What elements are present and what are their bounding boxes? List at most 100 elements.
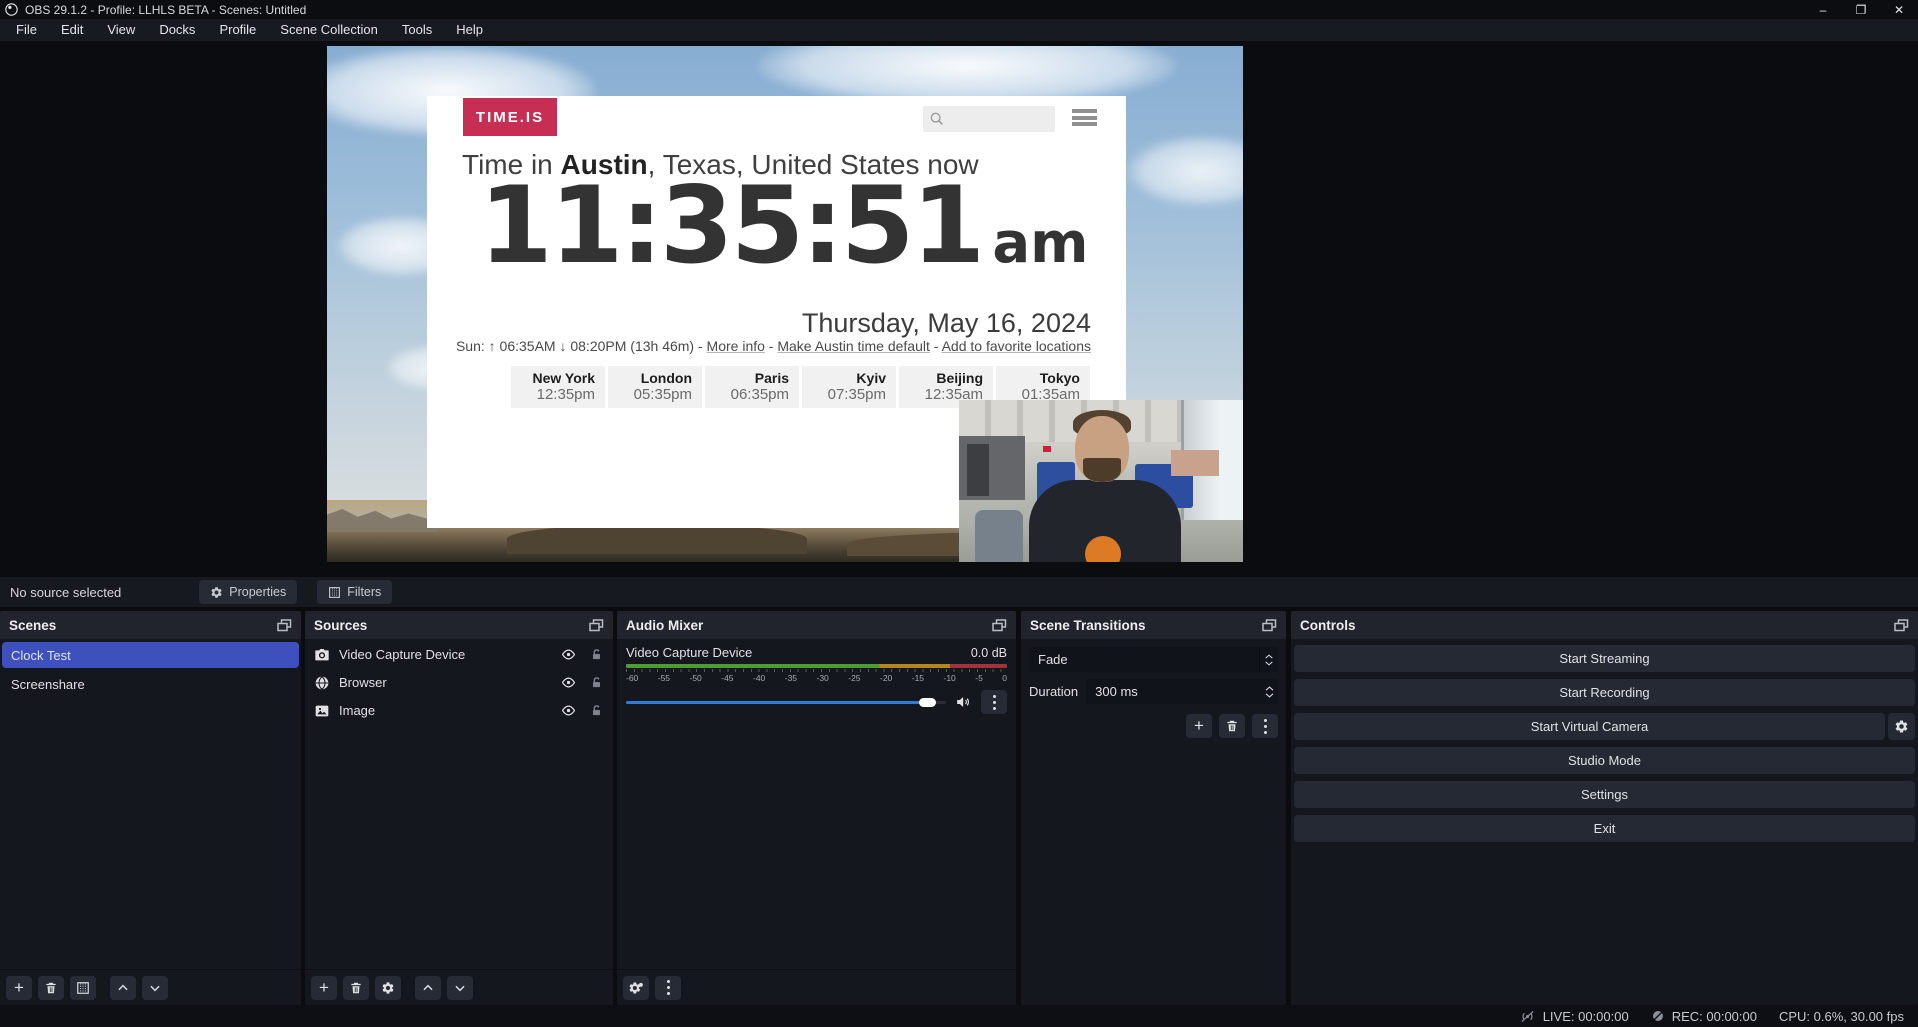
- menu-bar: File Edit View Docks Profile Scene Colle…: [0, 19, 1918, 41]
- menu-edit[interactable]: Edit: [49, 19, 95, 41]
- duration-spinner[interactable]: 300 ms: [1086, 679, 1278, 704]
- add-source-button[interactable]: +: [311, 976, 337, 1000]
- webcam-person-beard: [1083, 458, 1121, 482]
- move-scene-down-button[interactable]: [142, 976, 168, 1000]
- volume-meter-labels: -60-55-50-45-40-35-30-25-20-15-10-50: [626, 673, 1007, 683]
- transition-menu-button[interactable]: [1252, 714, 1278, 738]
- trash-icon: [44, 981, 58, 995]
- close-button[interactable]: ✕: [1880, 0, 1918, 19]
- start-virtual-camera-button[interactable]: Start Virtual Camera: [1294, 713, 1885, 740]
- volume-slider-handle[interactable]: [919, 698, 936, 707]
- add-favorite-link: Add to favorite locations: [942, 338, 1091, 354]
- start-recording-button[interactable]: Start Recording: [1294, 679, 1915, 706]
- minimize-button[interactable]: –: [1804, 0, 1842, 19]
- cpu-fps-stats: CPU: 0.6%, 30.00 fps: [1779, 1009, 1904, 1024]
- volume-meter: [626, 664, 1007, 668]
- scenes-header: Scenes: [0, 611, 301, 639]
- timeis-clock: 11:35:51am: [479, 164, 1088, 287]
- popout-icon[interactable]: [992, 619, 1007, 632]
- popout-icon[interactable]: [277, 619, 292, 632]
- dock-area: Scenes Clock Test Screenshare + Sources: [0, 611, 1918, 1005]
- menu-tools[interactable]: Tools: [390, 19, 444, 41]
- menu-help[interactable]: Help: [444, 19, 495, 41]
- add-transition-button[interactable]: +: [1186, 714, 1212, 738]
- preview-area: TIME.IS Time in Austin, Texas, United St…: [0, 41, 1918, 577]
- popout-icon[interactable]: [589, 619, 604, 632]
- timeis-date: Thursday, May 16, 2024: [802, 308, 1091, 339]
- sources-header: Sources: [305, 611, 613, 639]
- webcam-chair: [975, 510, 1023, 562]
- hamburger-menu-icon: [1072, 109, 1097, 126]
- visibility-eye-icon[interactable]: [560, 647, 577, 662]
- remove-scene-button[interactable]: [38, 976, 64, 1000]
- audio-mixer-header: Audio Mixer: [617, 611, 1016, 639]
- mixer-menu-button[interactable]: [655, 976, 681, 1000]
- speaker-icon[interactable]: [954, 694, 971, 710]
- live-time: LIVE: 00:00:00: [1543, 1009, 1629, 1024]
- start-streaming-button[interactable]: Start Streaming: [1294, 645, 1915, 672]
- move-scene-up-button[interactable]: [110, 976, 136, 1000]
- menu-file[interactable]: File: [4, 19, 49, 41]
- chevron-down-icon: [453, 981, 467, 995]
- menu-scene-collection[interactable]: Scene Collection: [268, 19, 390, 41]
- move-source-up-button[interactable]: [415, 976, 441, 1000]
- source-properties-button[interactable]: [375, 976, 401, 1000]
- camera-icon: [314, 647, 330, 663]
- settings-button[interactable]: Settings: [1294, 781, 1915, 808]
- sources-toolbar: +: [305, 969, 613, 1005]
- menu-docks[interactable]: Docks: [147, 19, 207, 41]
- menu-profile[interactable]: Profile: [207, 19, 268, 41]
- transition-select[interactable]: Fade: [1029, 647, 1278, 672]
- lock-icon[interactable]: [590, 703, 603, 718]
- virtual-camera-settings-button[interactable]: [1888, 713, 1915, 740]
- source-row-browser[interactable]: Browser: [305, 670, 613, 695]
- exit-button[interactable]: Exit: [1294, 815, 1915, 842]
- mixer-db-value: 0.0 dB: [971, 646, 1007, 660]
- rec-time: REC: 00:00:00: [1672, 1009, 1757, 1024]
- city-card: Kyiv07:35pm: [802, 366, 896, 408]
- search-icon: [929, 111, 945, 127]
- visibility-eye-icon[interactable]: [560, 675, 577, 690]
- popout-icon[interactable]: [1262, 619, 1277, 632]
- mesa-silhouette: [327, 504, 437, 532]
- menu-view[interactable]: View: [95, 19, 147, 41]
- move-source-down-button[interactable]: [447, 976, 473, 1000]
- controls-header: Controls: [1291, 611, 1918, 639]
- controls-panel: Controls Start Streaming Start Recording…: [1291, 611, 1918, 1005]
- source-row-video-capture[interactable]: Video Capture Device: [305, 642, 613, 667]
- globe-icon: [314, 675, 330, 691]
- trash-icon: [349, 981, 363, 995]
- restore-button[interactable]: ❐: [1842, 0, 1880, 19]
- obs-logo-icon: [5, 3, 18, 16]
- remove-source-button[interactable]: [343, 976, 369, 1000]
- lock-icon[interactable]: [590, 647, 603, 662]
- remove-transition-button[interactable]: [1219, 714, 1245, 738]
- audio-mixer-toolbar: [617, 969, 1016, 1005]
- scene-item-clock-test[interactable]: Clock Test: [2, 642, 299, 668]
- sources-panel: Sources Video Capture Device Browser Ima…: [305, 611, 613, 1005]
- filters-button[interactable]: Filters: [317, 580, 392, 604]
- webcam-door: [967, 444, 989, 496]
- scene-item-screenshare[interactable]: Screenshare: [2, 671, 299, 697]
- record-inactive-icon: [1651, 1009, 1665, 1023]
- lock-icon[interactable]: [590, 675, 603, 690]
- chevron-up-icon: [116, 981, 130, 995]
- properties-button[interactable]: Properties: [199, 580, 297, 604]
- window-title: OBS 29.1.2 - Profile: LLHLS BETA - Scene…: [25, 3, 306, 17]
- gear-icon: [381, 981, 395, 995]
- studio-mode-button[interactable]: Studio Mode: [1294, 747, 1915, 774]
- scene-transitions-header: Scene Transitions: [1021, 611, 1286, 639]
- scene-filters-button[interactable]: [70, 976, 96, 1000]
- visibility-eye-icon[interactable]: [560, 703, 577, 718]
- spinner-arrows-icon[interactable]: [1265, 686, 1274, 698]
- program-canvas[interactable]: TIME.IS Time in Austin, Texas, United St…: [327, 46, 1243, 562]
- scenes-panel: Scenes Clock Test Screenshare +: [0, 611, 301, 1005]
- advanced-audio-button[interactable]: [623, 976, 649, 1000]
- popout-icon[interactable]: [1894, 619, 1909, 632]
- mixer-channel-menu-button[interactable]: [981, 690, 1007, 714]
- make-default-link: Make Austin time default: [777, 338, 930, 354]
- volume-slider[interactable]: [626, 696, 946, 708]
- add-scene-button[interactable]: +: [6, 976, 32, 1000]
- source-row-image[interactable]: Image: [305, 698, 613, 723]
- chevron-down-icon: [148, 981, 162, 995]
